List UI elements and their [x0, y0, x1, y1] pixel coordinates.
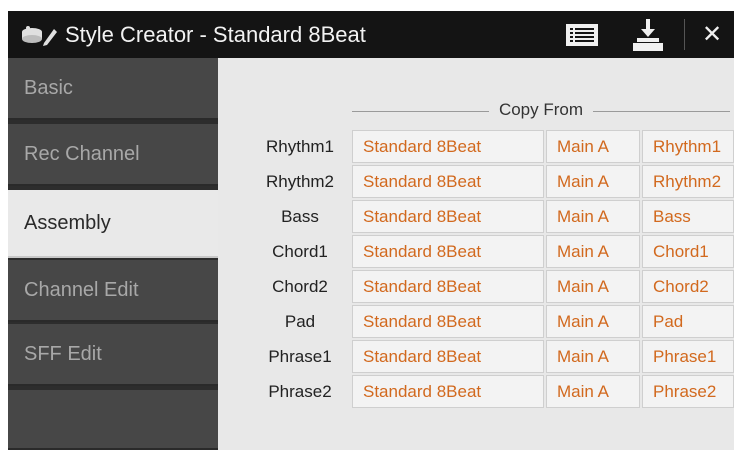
- title-bar: Style Creator - Standard 8Beat ✕: [8, 11, 734, 58]
- list-button[interactable]: [560, 17, 604, 52]
- assembly-panel: Copy From Rhythm1 Standard 8Beat Main A …: [218, 58, 734, 450]
- row-label: Rhythm2: [265, 172, 335, 191]
- channel-cell[interactable]: Chord2: [642, 270, 734, 303]
- row-label: Chord1: [272, 242, 328, 261]
- style-creator-icon: [20, 24, 60, 46]
- copy-from-header: Copy From: [352, 100, 730, 122]
- section-cell[interactable]: Main A: [546, 305, 640, 338]
- tab-basic[interactable]: Basic: [8, 58, 218, 120]
- table-row: Rhythm1 Standard 8Beat Main A Rhythm1: [250, 130, 734, 164]
- table-row: Phrase2 Standard 8Beat Main A Phrase2: [250, 375, 734, 409]
- copy-from-label: Copy From: [488, 100, 594, 119]
- style-cell[interactable]: Standard 8Beat: [352, 270, 544, 303]
- tab-sff-edit[interactable]: SFF Edit: [8, 324, 218, 386]
- section-cell[interactable]: Main A: [546, 130, 640, 163]
- close-button[interactable]: ✕: [692, 17, 732, 52]
- tab-label: Channel Edit: [24, 278, 139, 301]
- section-cell[interactable]: Main A: [546, 200, 640, 233]
- section-cell[interactable]: Main A: [546, 235, 640, 268]
- channel-cell[interactable]: Chord1: [642, 235, 734, 268]
- table-row: Bass Standard 8Beat Main A Bass: [250, 200, 734, 234]
- tab-label: Rec Channel: [24, 142, 140, 165]
- table-row: Phrase1 Standard 8Beat Main A Phrase1: [250, 340, 734, 374]
- channel-cell[interactable]: Phrase2: [642, 375, 734, 408]
- tab-assembly[interactable]: Assembly: [8, 190, 218, 258]
- channel-cell[interactable]: Bass: [642, 200, 734, 233]
- row-label: Rhythm1: [265, 137, 335, 156]
- style-cell[interactable]: Standard 8Beat: [352, 305, 544, 338]
- copy-from-label-wrap: Copy From: [352, 100, 730, 120]
- tab-label: SFF Edit: [24, 342, 102, 365]
- style-cell[interactable]: Standard 8Beat: [352, 235, 544, 268]
- row-label: Bass: [281, 207, 319, 226]
- tab-rec-channel[interactable]: Rec Channel: [8, 124, 218, 186]
- window-title: Style Creator - Standard 8Beat: [65, 22, 366, 47]
- table-row: Chord1 Standard 8Beat Main A Chord1: [250, 235, 734, 269]
- row-label: Phrase1: [268, 347, 332, 366]
- titlebar-divider: [684, 19, 685, 50]
- style-cell[interactable]: Standard 8Beat: [352, 340, 544, 373]
- sidebar: Basic Rec Channel Assembly Channel Edit …: [8, 58, 218, 450]
- row-label: Pad: [284, 312, 316, 331]
- table-row: Pad Standard 8Beat Main A Pad: [250, 305, 734, 339]
- channel-cell[interactable]: Phrase1: [642, 340, 734, 373]
- close-icon: ✕: [701, 21, 723, 48]
- style-cell[interactable]: Standard 8Beat: [352, 165, 544, 198]
- style-cell[interactable]: Standard 8Beat: [352, 375, 544, 408]
- style-cell[interactable]: Standard 8Beat: [352, 130, 544, 163]
- row-label: Chord2: [272, 277, 328, 296]
- section-cell[interactable]: Main A: [546, 375, 640, 408]
- tab-label: Assembly: [24, 211, 111, 234]
- section-cell[interactable]: Main A: [546, 270, 640, 303]
- table-row: Chord2 Standard 8Beat Main A Chord2: [250, 270, 734, 304]
- style-cell[interactable]: Standard 8Beat: [352, 200, 544, 233]
- tab-empty: [8, 390, 218, 450]
- table-row: Rhythm2 Standard 8Beat Main A Rhythm2: [250, 165, 734, 199]
- save-button[interactable]: [626, 17, 670, 52]
- channel-cell[interactable]: Rhythm2: [642, 165, 734, 198]
- save-download-icon: [633, 18, 663, 51]
- list-icon: [566, 23, 598, 46]
- section-cell[interactable]: Main A: [546, 340, 640, 373]
- row-label: Phrase2: [268, 382, 332, 401]
- tab-channel-edit[interactable]: Channel Edit: [8, 260, 218, 322]
- channel-cell[interactable]: Rhythm1: [642, 130, 734, 163]
- channel-cell[interactable]: Pad: [642, 305, 734, 338]
- style-creator-window: Style Creator - Standard 8Beat ✕ Basic R…: [8, 11, 734, 450]
- tab-label: Basic: [24, 76, 73, 99]
- section-cell[interactable]: Main A: [546, 165, 640, 198]
